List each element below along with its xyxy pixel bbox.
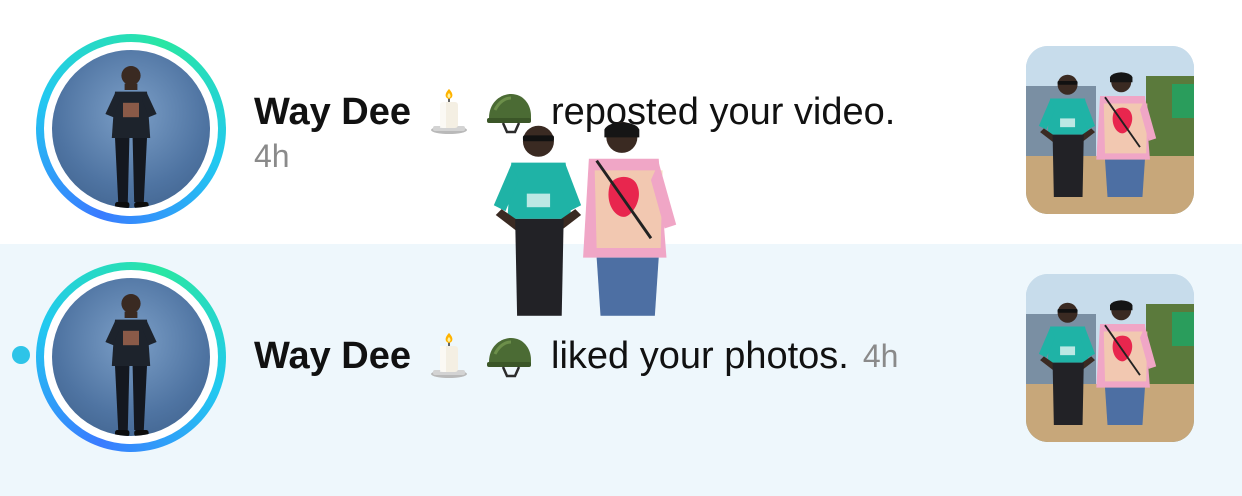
action-text: liked your photos. <box>551 334 849 377</box>
avatar-photo <box>52 278 210 436</box>
username[interactable]: Way Dee <box>254 91 411 134</box>
avatar[interactable] <box>36 34 226 224</box>
post-thumbnail[interactable] <box>1026 274 1194 442</box>
notification-text: Way Dee liked your photos. 4h <box>254 332 898 380</box>
post-thumbnail[interactable] <box>1026 46 1194 214</box>
military-helmet-icon <box>485 332 533 380</box>
candle-icon <box>425 88 473 136</box>
avatar-photo <box>52 50 210 208</box>
unread-dot <box>12 346 30 364</box>
notifications-list: Way Dee reposted your video. 4h Way Dee … <box>0 0 1242 496</box>
timestamp: 4h <box>254 138 290 174</box>
username[interactable]: Way Dee <box>254 335 411 378</box>
avatar[interactable] <box>36 262 226 452</box>
timestamp: 4h <box>862 337 899 374</box>
people-sticker <box>488 112 682 316</box>
candle-icon <box>425 332 473 380</box>
